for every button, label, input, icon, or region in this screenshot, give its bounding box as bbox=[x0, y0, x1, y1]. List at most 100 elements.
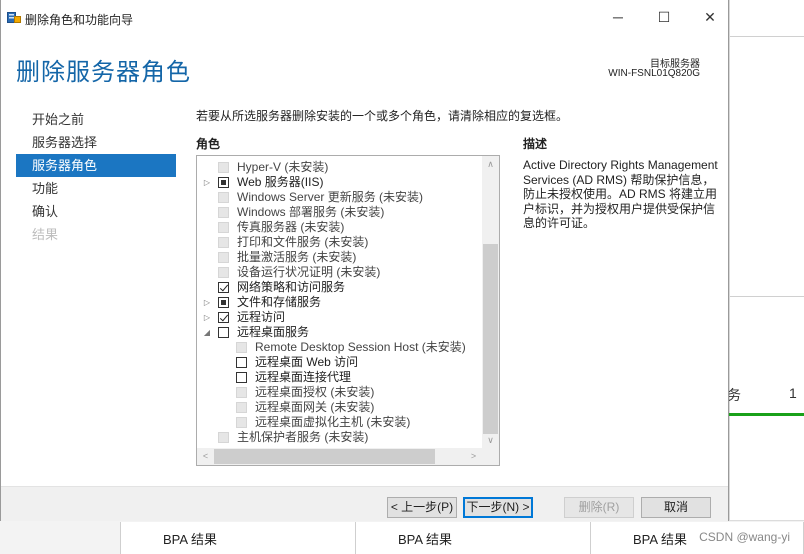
role-checkbox bbox=[218, 222, 229, 233]
nav-item-confirmation[interactable]: 确认 bbox=[16, 200, 176, 223]
next-button[interactable]: 下一步(N) > bbox=[463, 497, 533, 518]
roles-header: 角色 bbox=[196, 137, 221, 151]
bpa-tile: BPA 结果 bbox=[355, 522, 591, 554]
role-label: Windows 部署服务 (未安装) bbox=[237, 205, 385, 219]
role-label: 网络策略和访问服务 bbox=[237, 280, 346, 294]
role-checkbox bbox=[218, 432, 229, 443]
scroll-thumb[interactable] bbox=[214, 449, 435, 464]
close-button[interactable]: ✕ bbox=[687, 0, 733, 34]
scroll-thumb[interactable] bbox=[483, 244, 498, 434]
target-server-name: WIN-FSNL01Q820G bbox=[608, 68, 700, 79]
role-row: 主机保护者服务 (未安装) bbox=[197, 430, 483, 445]
role-checkbox[interactable] bbox=[218, 297, 229, 308]
role-row: Hyper-V (未安装) bbox=[197, 160, 483, 175]
role-checkbox[interactable] bbox=[236, 372, 247, 383]
role-row: 设备运行状况证明 (未安装) bbox=[197, 265, 483, 280]
role-row: 远程桌面网关 (未安装) bbox=[197, 400, 483, 415]
role-row: 远程桌面虚拟化主机 (未安装) bbox=[197, 415, 483, 430]
role-label: 远程访问 bbox=[237, 310, 286, 324]
role-checkbox bbox=[236, 387, 247, 398]
background-tile-count: 1 bbox=[789, 385, 797, 401]
bpa-tile: BPA 结果 bbox=[120, 522, 356, 554]
previous-button[interactable]: < 上一步(P) bbox=[387, 497, 457, 518]
role-checkbox bbox=[218, 267, 229, 278]
role-label: 远程桌面网关 (未安装) bbox=[255, 400, 375, 414]
role-label: 主机保护者服务 (未安装) bbox=[237, 430, 369, 444]
background-panel bbox=[729, 0, 804, 554]
bpa-label: BPA 结果 bbox=[163, 532, 217, 547]
instruction-text: 若要从所选服务器删除安装的一个或多个角色，请清除相应的复选框。 bbox=[196, 109, 569, 123]
maximize-button[interactable]: ☐ bbox=[641, 0, 687, 34]
nav-item-features[interactable]: 功能 bbox=[16, 177, 176, 200]
role-checkbox bbox=[218, 192, 229, 203]
expand-arrow-icon[interactable]: ▷ bbox=[202, 175, 212, 190]
scroll-down-icon[interactable]: ∨ bbox=[482, 432, 499, 449]
scroll-up-icon[interactable]: ∧ bbox=[482, 156, 499, 173]
role-row[interactable]: 远程桌面连接代理 bbox=[197, 370, 483, 385]
role-label: 远程桌面 Web 访问 bbox=[255, 355, 359, 369]
description-header: 描述 bbox=[523, 137, 548, 151]
role-label: Windows Server 更新服务 (未安装) bbox=[237, 190, 424, 204]
remove-button: 删除(R) bbox=[564, 497, 634, 518]
roles-list: Hyper-V (未安装) ▷ Web 服务器(IIS) Windows Server… bbox=[197, 160, 483, 445]
server-manager-icon bbox=[7, 12, 21, 23]
wizard-footer: < 上一步(P) 下一步(N) > 删除(R) 取消 bbox=[1, 487, 728, 521]
role-row[interactable]: ▷ Web 服务器(IIS) bbox=[197, 175, 483, 190]
role-label: 远程桌面连接代理 bbox=[255, 370, 352, 384]
role-label: 远程桌面授权 (未安装) bbox=[255, 385, 375, 399]
role-checkbox bbox=[218, 252, 229, 263]
wizard-window: 删除角色和功能向导 ─ ☐ ✕ 删除服务器角色 目标服务器 WIN-FSNL01… bbox=[0, 0, 729, 521]
role-label: 文件和存储服务 bbox=[237, 295, 322, 309]
role-checkbox[interactable] bbox=[236, 357, 247, 368]
watermark: CSDN @wang-yi bbox=[699, 530, 790, 544]
role-label: 远程桌面服务 bbox=[237, 325, 310, 339]
nav-item-results: 结果 bbox=[32, 227, 59, 242]
role-row[interactable]: 网络策略和访问服务 bbox=[197, 280, 483, 295]
role-label: 设备运行状况证明 (未安装) bbox=[237, 265, 381, 279]
role-row[interactable]: ▷ 文件和存储服务 bbox=[197, 295, 483, 310]
page-title: 删除服务器角色 bbox=[16, 59, 191, 86]
role-row: Windows Server 更新服务 (未安装) bbox=[197, 190, 483, 205]
role-checkbox[interactable] bbox=[218, 327, 229, 338]
role-label: Remote Desktop Session Host (未安装) bbox=[255, 340, 466, 354]
roles-tree[interactable]: Hyper-V (未安装) ▷ Web 服务器(IIS) Windows Server… bbox=[196, 155, 500, 466]
nav-item-server-selection[interactable]: 服务器选择 bbox=[16, 131, 176, 154]
description-text: Active Directory Rights Management Servi… bbox=[523, 158, 718, 230]
role-checkbox bbox=[218, 162, 229, 173]
horizontal-scrollbar[interactable]: < > bbox=[197, 448, 499, 465]
role-label: 传真服务器 (未安装) bbox=[237, 220, 345, 234]
maximize-icon: ☐ bbox=[657, 8, 671, 25]
divider bbox=[730, 36, 804, 37]
role-checkbox[interactable] bbox=[218, 282, 229, 293]
vertical-scrollbar[interactable]: ∧ ∨ bbox=[482, 156, 499, 449]
role-checkbox bbox=[236, 417, 247, 428]
role-row: 远程桌面授权 (未安装) bbox=[197, 385, 483, 400]
scroll-left-icon[interactable]: < bbox=[197, 448, 214, 465]
scroll-right-icon[interactable]: > bbox=[465, 448, 482, 465]
minimize-icon: ─ bbox=[613, 9, 623, 25]
role-row: Remote Desktop Session Host (未安装) bbox=[197, 340, 483, 355]
collapse-arrow-icon[interactable]: ◢ bbox=[202, 325, 212, 340]
cancel-button[interactable]: 取消 bbox=[641, 497, 711, 518]
role-row: 传真服务器 (未安装) bbox=[197, 220, 483, 235]
role-checkbox bbox=[218, 237, 229, 248]
role-row[interactable]: ▷ 远程访问 bbox=[197, 310, 483, 325]
divider bbox=[730, 296, 804, 297]
role-checkbox bbox=[218, 207, 229, 218]
expand-arrow-icon[interactable]: ▷ bbox=[202, 310, 212, 325]
role-checkbox[interactable] bbox=[218, 312, 229, 323]
bpa-label: BPA 结果 bbox=[398, 532, 452, 547]
expand-arrow-icon[interactable]: ▷ bbox=[202, 295, 212, 310]
title-bar[interactable]: 删除角色和功能向导 ─ ☐ ✕ bbox=[1, 0, 728, 34]
role-label: 批量激活服务 (未安装) bbox=[237, 250, 357, 264]
minimize-button[interactable]: ─ bbox=[595, 0, 641, 34]
role-row[interactable]: ◢ 远程桌面服务 bbox=[197, 325, 483, 340]
nav-item-before-you-begin[interactable]: 开始之前 bbox=[16, 108, 176, 131]
role-checkbox[interactable] bbox=[218, 177, 229, 188]
nav-item-server-roles[interactable]: 服务器角色 bbox=[16, 154, 176, 177]
close-icon: ✕ bbox=[704, 8, 716, 25]
window-title: 删除角色和功能向导 bbox=[25, 13, 134, 27]
background-tile-text: 务 bbox=[727, 387, 741, 403]
role-row: Windows 部署服务 (未安装) bbox=[197, 205, 483, 220]
role-row[interactable]: 远程桌面 Web 访问 bbox=[197, 355, 483, 370]
